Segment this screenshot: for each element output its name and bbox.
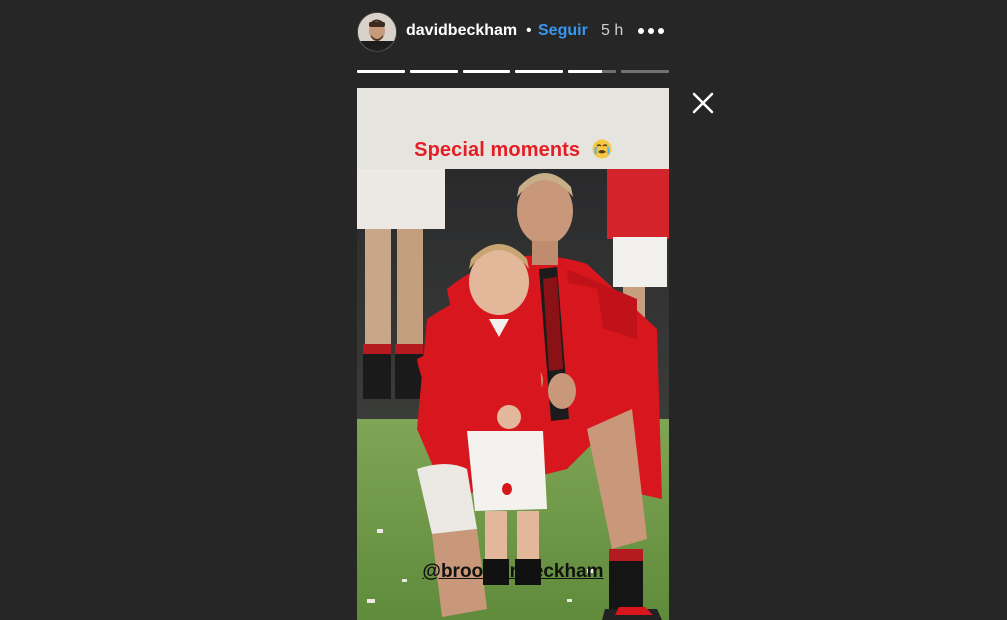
mention-link[interactable]: @brooklynbeckham [357, 561, 669, 583]
progress-segment-fill [568, 70, 602, 73]
progress-segment-6 [621, 70, 669, 73]
progress-segment-fill [515, 70, 564, 73]
progress-segment-5 [568, 70, 617, 73]
post-time: 5 h [601, 22, 624, 39]
story-progress-bar [357, 70, 669, 73]
follow-button[interactable]: Seguir [538, 22, 588, 40]
close-button[interactable] [691, 91, 715, 115]
progress-segment-3 [462, 70, 511, 73]
close-icon [692, 92, 714, 114]
separator-dot: • [526, 22, 532, 39]
progress-segment-fill [357, 70, 405, 73]
progress-segment-4 [515, 70, 564, 73]
avatar-portrait-icon [358, 13, 396, 51]
profile-avatar[interactable] [357, 12, 397, 52]
more-options-button[interactable] [636, 20, 666, 42]
story-frame[interactable]: Special moments @brooklynbeckham [357, 88, 669, 620]
progress-segment-1 [357, 70, 405, 73]
progress-segment-fill [462, 70, 511, 73]
story-caption: Special moments [357, 139, 669, 162]
ellipsis-icon [638, 28, 664, 34]
story-photo [357, 169, 669, 620]
caption-text: Special moments [414, 139, 581, 161]
crying-face-emoji-icon [592, 139, 612, 159]
progress-segment-2 [409, 70, 458, 73]
username-link[interactable]: davidbeckham [406, 22, 517, 40]
story-viewer: davidbeckham • Seguir 5 h Special moment… [0, 0, 1007, 620]
progress-segment-fill [409, 70, 458, 73]
